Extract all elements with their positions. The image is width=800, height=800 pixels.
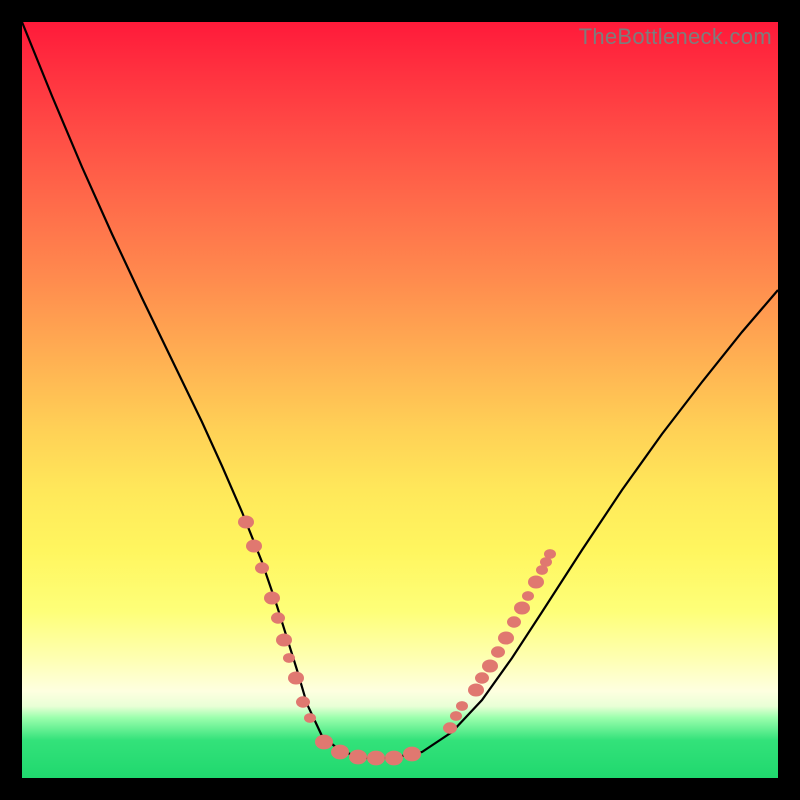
bead bbox=[450, 711, 462, 721]
bottleneck-curve bbox=[22, 22, 778, 758]
bead bbox=[255, 562, 269, 573]
plot-area: TheBottleneck.com bbox=[22, 22, 778, 778]
bead bbox=[468, 683, 484, 696]
bead bbox=[491, 646, 505, 657]
bead bbox=[403, 747, 421, 762]
bead bbox=[507, 616, 521, 627]
bead bbox=[283, 653, 295, 663]
bead bbox=[498, 631, 514, 644]
bead bbox=[246, 539, 262, 552]
bead bbox=[296, 696, 310, 707]
chart-frame: TheBottleneck.com bbox=[0, 0, 800, 800]
beads-bottom-group bbox=[315, 735, 421, 766]
bead bbox=[514, 601, 530, 614]
bead bbox=[443, 722, 457, 733]
bead bbox=[276, 633, 292, 646]
bead bbox=[315, 735, 333, 750]
bead bbox=[385, 751, 403, 766]
bead bbox=[528, 575, 544, 588]
bead bbox=[456, 701, 468, 711]
bead bbox=[482, 659, 498, 672]
bead bbox=[349, 750, 367, 765]
beads-right-group bbox=[443, 549, 556, 734]
curve-layer bbox=[22, 22, 778, 778]
bead bbox=[271, 612, 285, 623]
bead bbox=[288, 671, 304, 684]
bead bbox=[238, 515, 254, 528]
bead bbox=[331, 745, 349, 760]
bead bbox=[264, 591, 280, 604]
bead bbox=[522, 591, 534, 601]
bead bbox=[544, 549, 556, 559]
bead bbox=[475, 672, 489, 683]
bead bbox=[304, 713, 316, 723]
bead bbox=[367, 751, 385, 766]
